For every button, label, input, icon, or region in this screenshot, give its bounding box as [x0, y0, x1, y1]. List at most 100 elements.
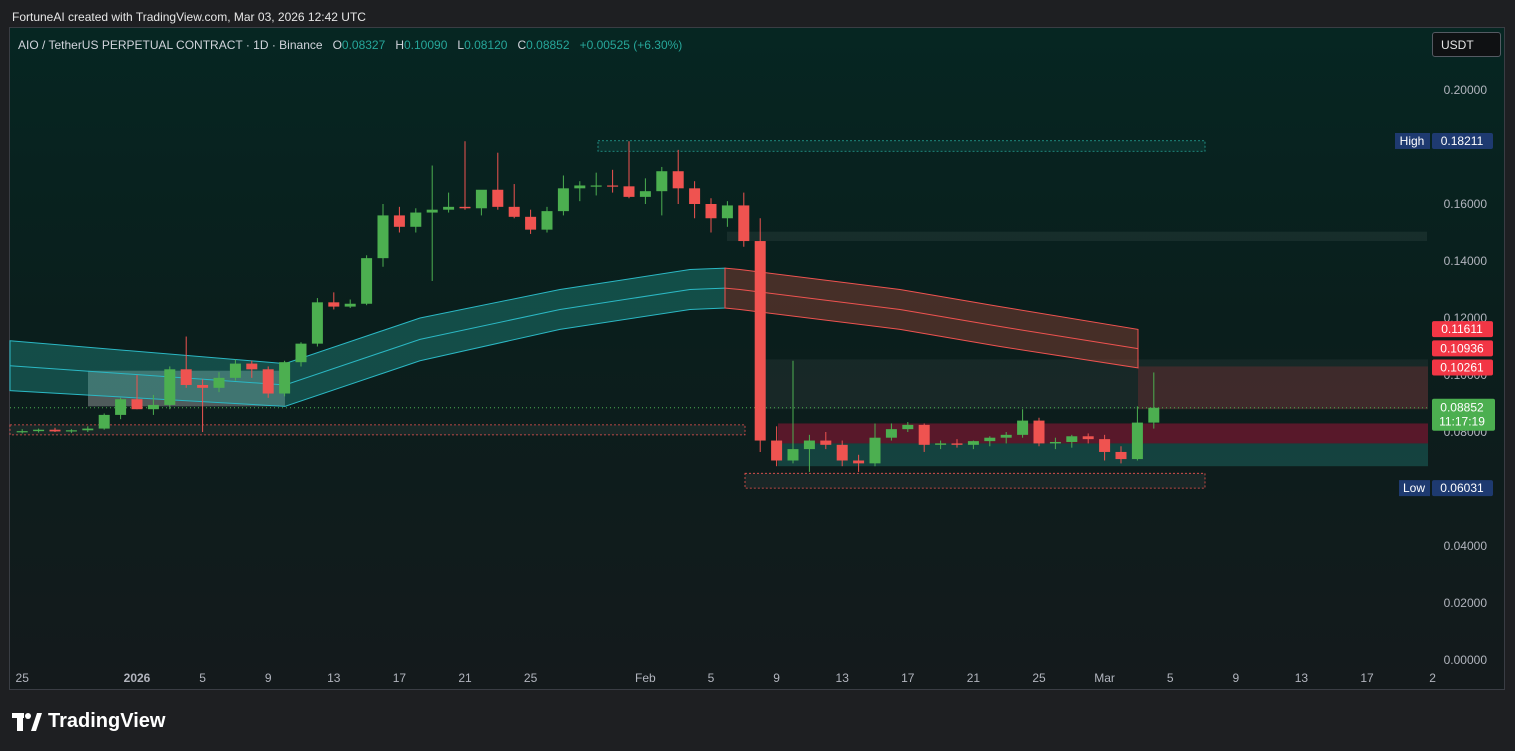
- candle-body: [1148, 407, 1160, 423]
- ma-band-bear: [724, 267, 1139, 369]
- x-tick-label: 25: [1032, 671, 1046, 685]
- candle-body: [65, 430, 77, 432]
- candle-body: [213, 377, 225, 388]
- candle-body: [1131, 422, 1143, 460]
- candle-body: [590, 185, 602, 187]
- x-tick-label: 13: [836, 671, 850, 685]
- candle-body: [1049, 441, 1061, 444]
- candle-body: [410, 212, 422, 227]
- candle-body: [1066, 436, 1078, 442]
- x-tick-label: 17: [901, 671, 915, 685]
- candle-body: [623, 186, 635, 197]
- x-tick-label: 5: [708, 671, 715, 685]
- candle-body: [771, 440, 783, 461]
- candle-body: [33, 429, 45, 432]
- candle-body: [885, 429, 897, 438]
- x-tick-label: 5: [199, 671, 206, 685]
- brand-name: TradingView: [48, 710, 166, 732]
- candle-body: [98, 414, 110, 429]
- high-value: 0.10090: [403, 38, 448, 52]
- candle-body: [738, 205, 750, 242]
- low-value: 0.08120: [464, 38, 508, 52]
- candle-body: [180, 369, 192, 385]
- candle-body: [869, 437, 881, 464]
- low-price-value: 0.06031: [1440, 481, 1484, 495]
- candle-body: [229, 363, 241, 378]
- candle-body: [459, 206, 471, 209]
- high-label: High: [1400, 134, 1425, 148]
- y-tick-label: 0.02000: [1444, 596, 1488, 610]
- candle-body: [393, 215, 405, 227]
- low-label: Low: [1403, 481, 1425, 495]
- resistance-zone: [727, 231, 1427, 242]
- x-tick-label: Mar: [1094, 671, 1115, 685]
- last-price-value: 0.08852: [1440, 401, 1484, 415]
- currency-button[interactable]: USDT: [1432, 32, 1501, 57]
- candle-body: [16, 431, 28, 433]
- candle-body: [574, 185, 586, 189]
- candle-body: [508, 206, 520, 217]
- y-tick-label: 0.04000: [1444, 539, 1488, 553]
- x-tick-label: 25: [16, 671, 30, 685]
- red-level-1-value: 0.11611: [1441, 322, 1483, 336]
- candle-body: [935, 443, 947, 445]
- bar-countdown: 11:17:19: [1439, 415, 1485, 429]
- support-zone-left: [9, 424, 746, 436]
- y-tick-label: 0.00000: [1444, 653, 1488, 667]
- candle-body: [344, 303, 356, 307]
- candle-body: [328, 302, 340, 307]
- candle-body: [492, 189, 504, 207]
- candle-body: [426, 209, 438, 213]
- candle-body: [295, 343, 307, 363]
- candle-body: [689, 188, 701, 204]
- red-level-3-value: 0.10261: [1440, 361, 1484, 375]
- open-label: O: [332, 38, 342, 52]
- red-zone-right: [1138, 366, 1428, 410]
- candle-body: [820, 440, 832, 445]
- open-value: 0.08327: [341, 38, 386, 52]
- candle-body: [131, 399, 143, 410]
- candle-body: [705, 204, 717, 219]
- x-tick-label: 2: [1429, 671, 1436, 685]
- price-chart[interactable]: 0.200000.160000.140000.120000.100000.080…: [0, 0, 1515, 751]
- candle-body: [557, 188, 569, 212]
- candle-body: [836, 444, 848, 461]
- x-tick-label: 21: [458, 671, 472, 685]
- candle-body: [656, 171, 668, 192]
- y-tick-label: 0.20000: [1444, 83, 1488, 97]
- supply-zone-top: [597, 140, 1206, 152]
- x-tick-label: 13: [327, 671, 341, 685]
- candle-body: [607, 185, 619, 187]
- symbol-legend: AIO / TetherUS PERPETUAL CONTRACT · 1D ·…: [18, 38, 682, 52]
- x-tick-label: 5: [1167, 671, 1174, 685]
- candle-body: [197, 384, 209, 388]
- x-tick-label: 17: [1360, 671, 1374, 685]
- x-tick-label: 21: [967, 671, 981, 685]
- tradingview-brand: TradingView: [12, 710, 165, 733]
- candle-body: [721, 205, 733, 219]
- candle-body: [246, 363, 258, 370]
- high-price-value: 0.18211: [1441, 134, 1484, 148]
- candle-body: [754, 241, 766, 441]
- candle-body: [361, 258, 373, 304]
- x-tick-label: 2026: [124, 671, 151, 685]
- symbol-title[interactable]: AIO / TetherUS PERPETUAL CONTRACT · 1D ·…: [18, 38, 323, 52]
- red-level-2-value: 0.10936: [1440, 341, 1484, 355]
- candle-body: [279, 362, 291, 394]
- y-tick-label: 0.16000: [1444, 197, 1488, 211]
- high-label: H: [395, 38, 404, 52]
- candle-body: [639, 191, 651, 197]
- x-tick-label: 17: [393, 671, 407, 685]
- x-tick-label: 13: [1295, 671, 1309, 685]
- candle-body: [525, 216, 537, 230]
- candle-body: [918, 424, 930, 445]
- candle-body: [967, 441, 979, 445]
- candle-body: [951, 443, 963, 445]
- change-value: +0.00525 (+6.30%): [579, 38, 683, 52]
- y-tick-label: 0.14000: [1444, 254, 1488, 268]
- x-tick-label: 9: [773, 671, 780, 685]
- close-label: C: [517, 38, 527, 52]
- candle-body: [1115, 451, 1127, 460]
- x-tick-label: 25: [524, 671, 538, 685]
- candle-body: [787, 449, 799, 461]
